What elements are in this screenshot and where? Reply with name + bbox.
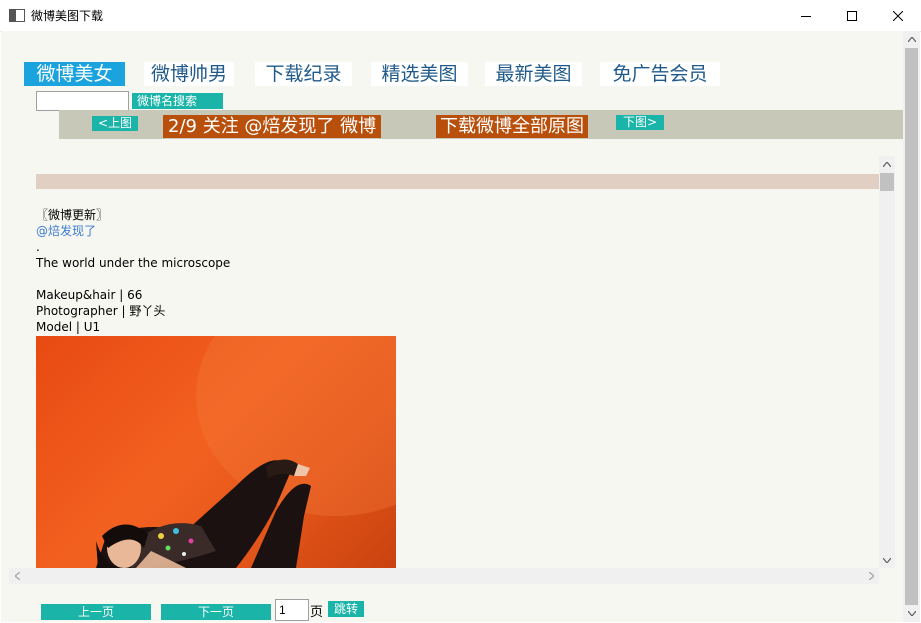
post-line: Model | U1 [36,320,101,334]
post-line: 〖微博更新〗 [36,208,109,222]
post-line [36,271,230,287]
close-button[interactable] [875,0,921,31]
title-bar: 微博美图下载 [0,0,921,32]
post-mention-link[interactable]: @焙发现了 [36,223,230,239]
chevron-right-icon [868,572,874,580]
maximize-icon [847,10,857,21]
chevron-up-icon [907,37,916,42]
scroll-left-arrow[interactable] [9,568,25,584]
content-horizontal-scrollbar[interactable] [9,568,879,584]
minimize-icon [801,15,811,17]
next-image-button[interactable]: 下图> [616,115,664,130]
page-unit-label: 页 [310,605,324,620]
tab-weibo-handsome[interactable]: 微博帅男 [144,62,234,86]
content-vscroll-thumb[interactable] [880,173,894,191]
post-photo [36,336,396,568]
scroll-down-arrow[interactable] [879,552,895,568]
chevron-left-icon [14,572,20,580]
previous-image-button[interactable]: <上图 [92,116,138,131]
photo-illustration [96,336,396,568]
window-scroll-up-arrow[interactable] [903,31,920,48]
maximize-button[interactable] [829,0,875,31]
window-title: 微博美图下载 [31,9,104,23]
tab-download-history[interactable]: 下载纪录 [255,62,352,86]
weibo-name-search-button[interactable]: 微博名搜索 [132,93,223,109]
post-content-frame: 〖微博更新〗 @焙发现了 . The world under the micro… [9,156,895,586]
next-page-button[interactable]: 下一页 [161,604,271,620]
tab-weibo-beauty[interactable]: 微博美女 [24,62,125,86]
chevron-down-icon [907,611,916,616]
follow-weibo-button[interactable]: 2/9 关注 @焙发现了 微博 [163,115,382,138]
jump-to-page-button[interactable]: 跳转 [328,601,364,617]
weibo-name-search-input[interactable] [36,91,129,111]
post-line: The world under the microscope [36,256,231,270]
content-vertical-scrollbar[interactable] [879,156,895,568]
post-line: Photographer | 野丫头 [36,304,166,318]
previous-page-button[interactable]: 上一页 [41,604,151,620]
download-all-originals-button[interactable]: 下载微博全部原图 [436,115,588,138]
minimize-button[interactable] [783,0,829,31]
tab-featured[interactable]: 精选美图 [371,62,468,86]
main-client-area: 微博美女 微博帅男 下载纪录 精选美图 最新美图 免广告会员 微博名搜索 <上图… [1,31,903,622]
window-vscroll-thumb[interactable] [905,48,918,605]
app-window-icon [9,9,25,22]
post-line: . [36,240,40,254]
window-vertical-scrollbar[interactable] [903,31,920,622]
close-icon [893,10,903,21]
window-scroll-down-arrow[interactable] [903,605,920,622]
post-header-bar [36,174,879,189]
tab-latest[interactable]: 最新美图 [485,62,582,86]
post-line: Makeup&hair | 66 [36,288,143,302]
chevron-down-icon [883,557,891,563]
post-text: 〖微博更新〗 @焙发现了 . The world under the micro… [36,207,230,335]
tab-ad-free-member[interactable]: 免广告会员 [600,62,720,86]
page-number-input[interactable] [275,599,309,621]
scroll-right-arrow[interactable] [863,568,879,584]
image-toolbar: <上图 2/9 关注 @焙发现了 微博 下载微博全部原图 下图> [59,110,903,139]
chevron-up-icon [883,161,891,167]
scroll-up-arrow[interactable] [879,156,895,172]
